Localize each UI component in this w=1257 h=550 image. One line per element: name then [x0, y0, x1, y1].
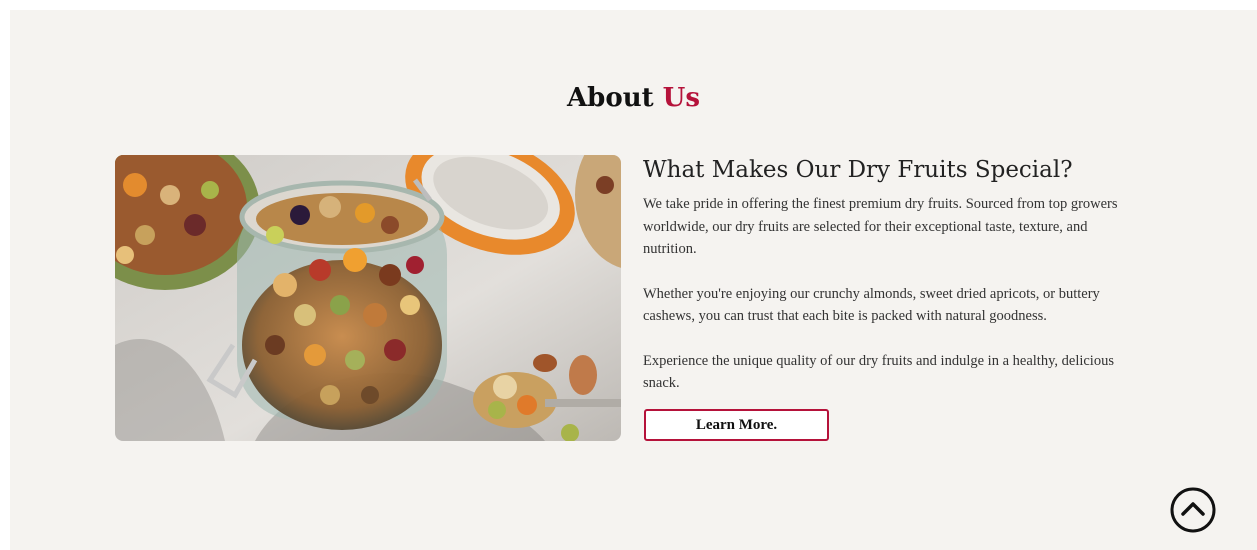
title-main: About: [567, 83, 654, 113]
about-paragraph-1: We take pride in offering the finest pre…: [643, 196, 1118, 257]
about-section: About Us What Makes Our Dry Fruits Speci…: [10, 10, 1257, 550]
dry-fruits-jar-image: [115, 155, 621, 441]
title-accent: Us: [662, 83, 700, 113]
about-paragraph-2: Whether you're enjoying our crunchy almo…: [643, 285, 1100, 325]
about-paragraph-3: Experience the unique quality of our dry…: [643, 352, 1114, 392]
scroll-to-top-button[interactable]: [1170, 487, 1216, 533]
about-content: What Makes Our Dry Fruits Special? We ta…: [643, 155, 1143, 395]
learn-more-button[interactable]: Learn More.: [644, 409, 829, 441]
section-title: About Us: [10, 81, 1257, 115]
chevron-up-circle-icon: [1170, 487, 1216, 533]
about-heading: What Makes Our Dry Fruits Special?: [643, 157, 1073, 183]
